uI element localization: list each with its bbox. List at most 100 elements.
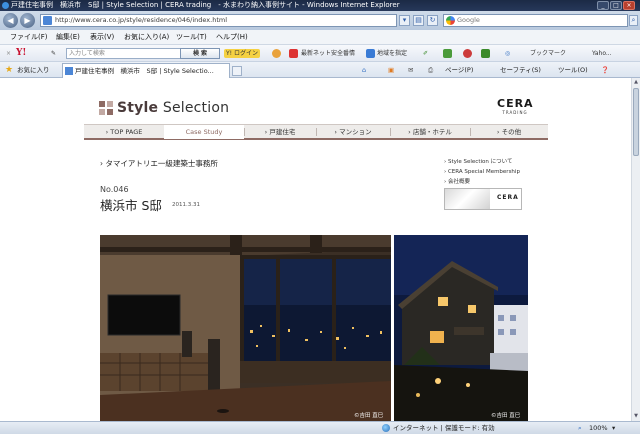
case-title: 横浜市 S邸 <box>100 198 162 213</box>
leaf-icon[interactable] <box>443 49 452 58</box>
refresh-icon[interactable]: ↻ <box>427 15 438 26</box>
page-menu[interactable]: ページ(P) <box>445 66 473 75</box>
side-link-company[interactable]: › 会社概要 <box>444 177 520 187</box>
cera-logo-main: CERA <box>497 97 534 110</box>
feed-icon[interactable]: ▣ <box>388 66 394 75</box>
menu-edit[interactable]: 編集(E) <box>56 30 80 44</box>
alert-icon[interactable] <box>289 49 298 58</box>
menu-tools[interactable]: ツール(T) <box>176 30 207 44</box>
yahoo-search-input[interactable]: 入力して検索 <box>66 48 181 59</box>
ie-window: 戸建住宅事例 横浜市 S邸 | Style Selection | CERA t… <box>0 0 640 434</box>
safety-menu[interactable]: セーフティ(S) <box>500 66 541 75</box>
title-bar: 戸建住宅事例 横浜市 S邸 | Style Selection | CERA t… <box>0 0 640 11</box>
case-number: No.046 <box>100 185 129 194</box>
scroll-up-icon[interactable]: ▲ <box>633 79 639 86</box>
side-link-about[interactable]: › Style Selection について <box>444 157 520 167</box>
case-date: 2011.3.31 <box>172 202 200 208</box>
yahoo-logo[interactable]: Y! <box>16 48 26 58</box>
search-go-icon[interactable]: ⌕ <box>629 15 638 26</box>
face-icon[interactable] <box>272 49 281 58</box>
side-link-membership[interactable]: › CERA Special Membership <box>444 167 520 177</box>
address-bar[interactable]: http://www.cera.co.jp/style/residence/04… <box>40 14 397 27</box>
photo-credit-2: ©吉田 直巳 <box>491 413 521 419</box>
menu-bar: ファイル(F) 編集(E) 表示(V) お気に入り(A) ツール(T) ヘルプ(… <box>0 30 640 44</box>
style-selection-logo-icon <box>99 101 113 115</box>
news-link[interactable]: 最新ネット安全番情 <box>301 49 355 58</box>
nav-other[interactable]: › その他 <box>470 125 548 139</box>
banner-image <box>445 189 490 209</box>
mail-read-icon[interactable]: ✉ <box>408 66 413 75</box>
pencil-icon[interactable]: ✎ <box>51 49 56 58</box>
site-name-selection: Selection <box>162 100 230 116</box>
globe-icon[interactable]: ◎ <box>505 49 510 58</box>
favorites-bar: ★ お気に入り 戸建住宅事例 横浜市 S邸 | Style Selectio..… <box>0 61 640 78</box>
status-bar: インターネット | 保護モード: 有効 ⌕ 100% ▾ <box>0 421 640 434</box>
cera-logo-sub: TRADING <box>502 110 528 115</box>
interior-photo-art <box>100 235 391 421</box>
site-logo[interactable]: Style Selection <box>99 100 229 116</box>
favorites-button[interactable]: お気に入り <box>17 66 50 75</box>
address-row: ◀ ▶ http://www.cera.co.jp/style/residenc… <box>0 11 640 30</box>
print-icon[interactable]: ⎙ <box>428 66 433 75</box>
global-nav: › TOP PAGE Case Study › 戸建住宅 › マンション › 店… <box>84 124 548 140</box>
ie-icon <box>2 2 9 9</box>
compat-view-icon[interactable]: ▤ <box>413 15 424 26</box>
back-button[interactable]: ◀ <box>3 13 18 28</box>
area-link[interactable]: 地域を指定 <box>377 49 407 58</box>
scroll-down-icon[interactable]: ▼ <box>633 413 639 420</box>
scroll-thumb[interactable] <box>633 88 639 156</box>
menu-file[interactable]: ファイル(F) <box>10 30 48 44</box>
zoom-icon[interactable]: ⌕ <box>578 422 582 434</box>
home-icon[interactable]: ⌂ <box>362 66 366 75</box>
address-dropdown-icon[interactable]: ▾ <box>399 15 410 26</box>
architect-link[interactable]: › タマイアトリエ一級建築士事務所 <box>100 158 218 169</box>
minimize-button[interactable]: _ <box>597 1 609 10</box>
menu-help[interactable]: ヘルプ(H) <box>216 30 248 44</box>
security-zone[interactable]: インターネット | 保護モード: 有効 <box>393 422 495 434</box>
nav-mansion[interactable]: › マンション <box>316 125 390 139</box>
menu-view[interactable]: 表示(V) <box>90 30 114 44</box>
yahoo-login-button[interactable]: Y! ログイン <box>224 49 260 58</box>
nav-top-page[interactable]: › TOP PAGE <box>84 125 164 139</box>
exterior-photo-art <box>394 235 528 421</box>
toolbar-close-icon[interactable]: × <box>6 49 11 58</box>
nav-residence[interactable]: › 戸建住宅 <box>244 125 316 139</box>
favorites-star-icon[interactable]: ★ <box>5 65 13 75</box>
yahoo-toolbar: × Y! ✎ 入力して検索 検 索 Y! ログイン 最新ネット安全番情 地域を指… <box>0 44 640 61</box>
favicon-icon <box>43 16 52 25</box>
search-input[interactable]: Google <box>443 14 628 27</box>
bookmarks-link[interactable]: ブックマーク <box>530 49 566 58</box>
architect-name: タマイアトリエ一級建築士事務所 <box>105 159 218 168</box>
interior-photo[interactable]: ©吉田 直巳 <box>100 235 391 421</box>
cera-logo[interactable]: CERA TRADING <box>497 97 534 116</box>
yahoo-search-placeholder: 入力して検索 <box>69 50 105 57</box>
site-name-style: Style <box>117 100 159 116</box>
banner-label: CERA <box>497 194 519 201</box>
help-icon[interactable]: ❓ <box>601 66 609 75</box>
internet-zone-icon <box>382 424 390 432</box>
search-placeholder: Google <box>457 16 480 24</box>
menu-favorites[interactable]: お気に入り(A) <box>124 30 169 44</box>
tab-favicon-icon <box>65 67 73 75</box>
mail-icon[interactable] <box>463 49 472 58</box>
exterior-photo[interactable]: ©吉田 直巳 <box>394 235 528 421</box>
vertical-scrollbar[interactable]: ▲ ▼ <box>631 78 640 421</box>
maximize-button[interactable]: □ <box>610 1 622 10</box>
game-icon[interactable] <box>481 49 490 58</box>
window-title: 戸建住宅事例 横浜市 S邸 | Style Selection | CERA t… <box>11 1 400 9</box>
yahoo-search-button[interactable]: 検 索 <box>180 48 220 59</box>
zoom-level[interactable]: 100% <box>589 422 608 434</box>
close-button[interactable]: × <box>623 1 635 10</box>
site-name: Style Selection <box>117 100 229 116</box>
yahoo-link[interactable]: Yaho... <box>592 49 612 58</box>
map-icon[interactable] <box>366 49 375 58</box>
new-tab-button[interactable] <box>232 66 242 76</box>
nav-shop-hotel[interactable]: › 店舗・ホテル <box>390 125 470 139</box>
pen-icon[interactable]: ✐ <box>423 49 428 58</box>
nav-case-study[interactable]: Case Study <box>164 125 244 139</box>
forward-button[interactable]: ▶ <box>20 13 35 28</box>
cera-banner[interactable]: CERA <box>444 188 522 210</box>
zoom-dropdown-icon[interactable]: ▾ <box>612 422 615 434</box>
tools-menu[interactable]: ツール(O) <box>558 66 588 75</box>
tab-current[interactable]: 戸建住宅事例 横浜市 S邸 | Style Selectio... <box>62 63 230 78</box>
